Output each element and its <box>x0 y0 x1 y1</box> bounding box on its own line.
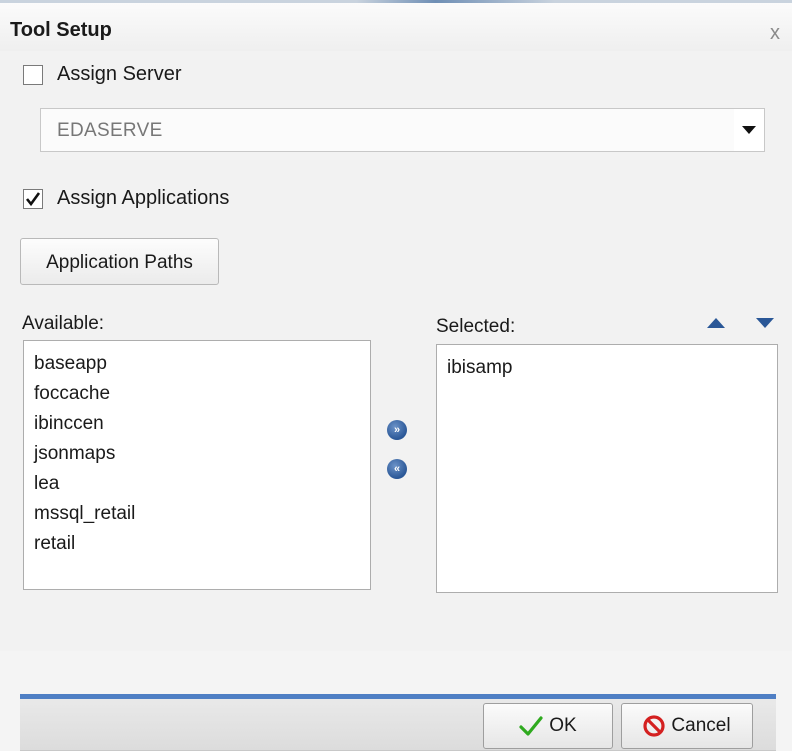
available-item[interactable]: retail <box>34 529 370 559</box>
application-paths-button[interactable]: Application Paths <box>20 238 219 285</box>
assign-applications-checkbox[interactable] <box>23 188 43 209</box>
dialog-title: Tool Setup <box>10 19 112 41</box>
selected-item[interactable]: ibisamp <box>447 353 777 383</box>
server-select[interactable]: EDASERVE <box>40 108 765 152</box>
available-item[interactable]: foccache <box>34 379 370 409</box>
move-left-icon[interactable]: « <box>387 459 407 479</box>
chevron-down-icon[interactable] <box>734 109 764 151</box>
available-item[interactable]: baseapp <box>34 349 370 379</box>
cancel-button-label: Cancel <box>671 715 731 736</box>
assign-applications-option[interactable]: Assign Applications <box>23 187 229 210</box>
selected-label: Selected: <box>436 316 516 337</box>
assign-server-label: Assign Server <box>57 63 182 85</box>
available-item[interactable]: lea <box>34 469 370 499</box>
assign-server-option[interactable]: Assign Server <box>23 63 182 86</box>
available-item[interactable]: ibinccen <box>34 409 370 439</box>
assign-applications-label: Assign Applications <box>57 187 230 209</box>
ok-button-label: OK <box>549 715 577 736</box>
dialog-titlebar[interactable]: Tool Setup x <box>0 3 792 51</box>
move-right-icon[interactable]: » <box>387 420 407 440</box>
server-select-value: EDASERVE <box>57 120 163 141</box>
move-down-icon[interactable] <box>756 318 774 328</box>
checkmark-icon <box>25 191 41 206</box>
ok-button[interactable]: OK <box>483 703 613 749</box>
available-item[interactable]: jsonmaps <box>34 439 370 469</box>
available-label: Available: <box>22 313 105 334</box>
assign-server-checkbox[interactable] <box>23 64 43 85</box>
selected-listbox[interactable]: ibisamp <box>436 344 778 593</box>
cancel-icon <box>643 715 666 737</box>
available-item[interactable]: mssql_retail <box>34 499 370 529</box>
cancel-button[interactable]: Cancel <box>621 703 753 749</box>
close-icon[interactable]: x <box>770 23 780 43</box>
move-up-icon[interactable] <box>707 318 725 328</box>
available-listbox[interactable]: baseapp foccache ibinccen jsonmaps lea m… <box>23 340 371 590</box>
checkmark-icon <box>519 716 543 736</box>
